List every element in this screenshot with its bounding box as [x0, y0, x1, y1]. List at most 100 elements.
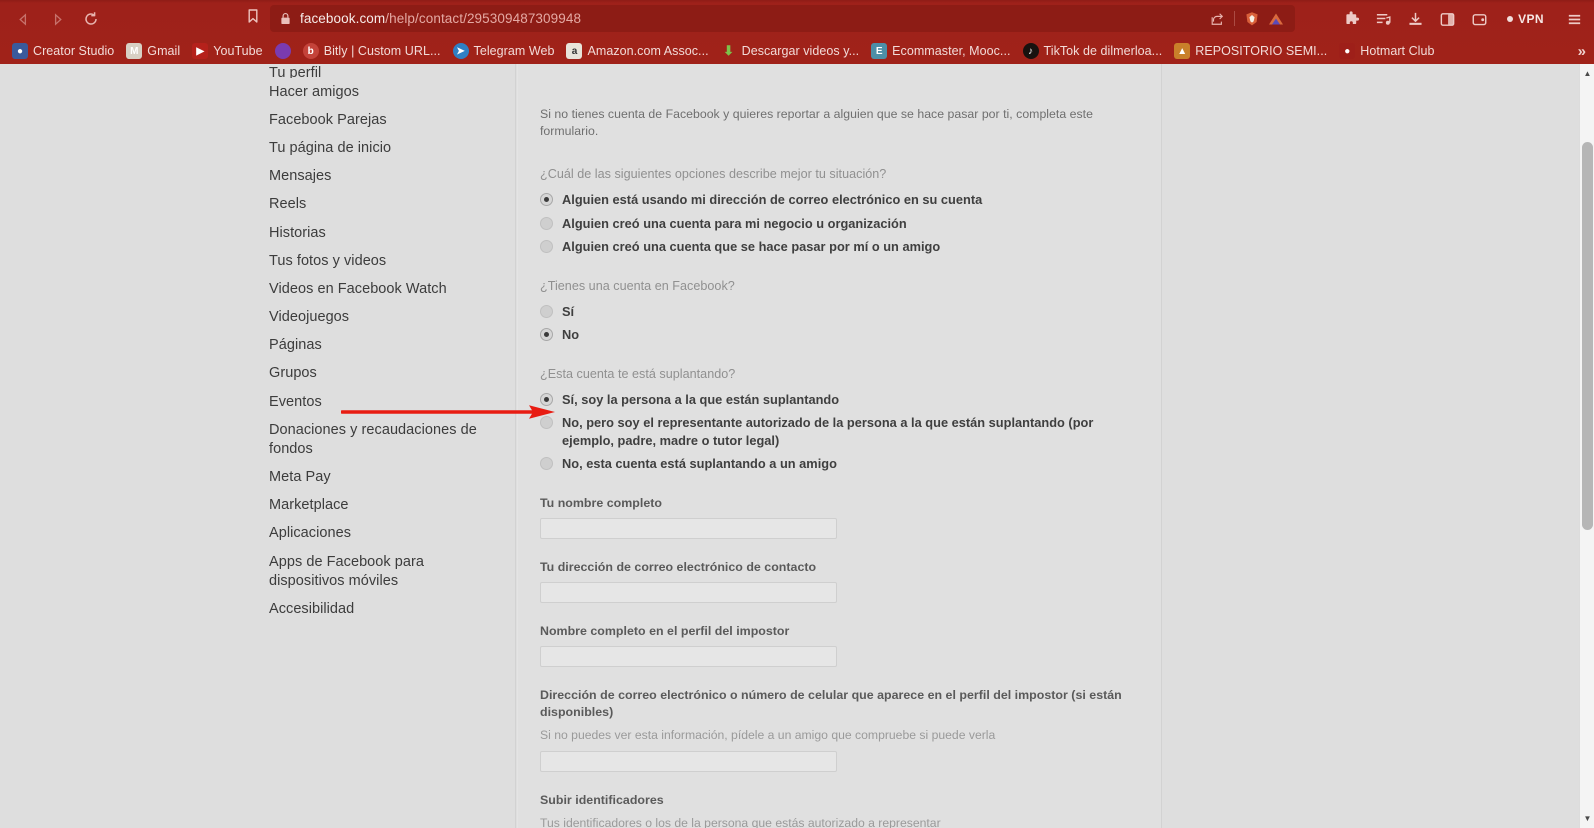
- browser-chrome: facebook.com/help/contact/29530948730994…: [0, 0, 1594, 64]
- scroll-up-arrow-icon[interactable]: ▲: [1580, 66, 1594, 81]
- vpn-status-badge[interactable]: VPN: [1501, 10, 1552, 28]
- has-account-option-1-radio[interactable]: [540, 328, 553, 341]
- sidebar-item-meta-pay[interactable]: Meta Pay: [255, 463, 500, 491]
- field-upload-ids: Subir identificadores Tus identificadore…: [540, 792, 1139, 828]
- bookmark-item[interactable]: ➤ Telegram Web: [447, 41, 561, 61]
- drive-icon: ▲: [1174, 43, 1191, 59]
- sidebar-item-videojuegos[interactable]: Videojuegos: [255, 304, 500, 332]
- brave-lion-icon[interactable]: [1241, 8, 1263, 30]
- bookmarks-overflow-button[interactable]: »: [1578, 43, 1586, 60]
- bookmark-item[interactable]: E Ecommaster, Mooc...: [865, 41, 1016, 61]
- q3-option-2[interactable]: No, esta cuenta está suplantando a un am…: [540, 455, 1139, 473]
- sidebar-item-historias[interactable]: Historias: [255, 219, 500, 247]
- q3-option-1-radio[interactable]: [540, 416, 553, 429]
- has-account-option-0-label: Sí: [562, 303, 575, 319]
- bookmark-label: Ecommaster, Mooc...: [892, 44, 1011, 58]
- sidebar-item-aplicaciones[interactable]: Aplicaciones: [255, 520, 500, 548]
- lock-icon[interactable]: [278, 12, 292, 26]
- situation-option-2[interactable]: Alguien creó una cuenta que se hace pasa…: [540, 238, 1139, 256]
- forward-button[interactable]: [42, 4, 72, 34]
- form-field-input[interactable]: [540, 581, 837, 603]
- q3-option-1[interactable]: No, pero soy el representante autorizado…: [540, 414, 1139, 449]
- url-bar[interactable]: facebook.com/help/contact/29530948730994…: [270, 5, 1295, 32]
- q3-option-0-radio[interactable]: [540, 392, 553, 406]
- sidebar-item-marketplace[interactable]: Marketplace: [255, 492, 500, 520]
- url-path: /help/contact/295309487309948: [385, 11, 582, 26]
- vertical-scroll-thumb[interactable]: [1582, 142, 1593, 530]
- playlist-icon[interactable]: [1369, 5, 1397, 33]
- sidebar-item-mensajes[interactable]: Mensajes: [255, 163, 500, 191]
- bookmark-item[interactable]: ♪ TikTok de dilmerloa...: [1017, 41, 1169, 61]
- bookmark-item[interactable]: ● Hotmart Club: [1333, 41, 1440, 61]
- sidebar-item-grupos[interactable]: Grupos: [255, 360, 500, 388]
- bookmark-button[interactable]: [240, 6, 266, 32]
- bookmark-item[interactable]: b Bitly | Custom URL...: [297, 41, 447, 61]
- sidebar-item-tus-fotos-y-videos[interactable]: Tus fotos y videos: [255, 247, 500, 275]
- situation-option-1-label: Alguien creó una cuenta para mi negocio …: [562, 215, 907, 231]
- vpn-label: VPN: [1518, 12, 1544, 26]
- situation-option-0-radio[interactable]: [540, 193, 553, 206]
- bookmark-label: Telegram Web: [473, 44, 555, 58]
- sidebar-item-eventos[interactable]: Eventos: [255, 388, 500, 416]
- situation-option-1[interactable]: Alguien creó una cuenta para mi negocio …: [540, 215, 1139, 233]
- page-content: Tu perfil Hacer amigos Facebook Parejas Tu …: [0, 64, 1579, 828]
- sidebar-item-reels[interactable]: Reels: [255, 191, 500, 219]
- situation-option-1-radio[interactable]: [540, 216, 553, 230]
- sidebar-item-facebook-parejas[interactable]: Facebook Parejas: [255, 106, 500, 134]
- sidebar-item-tu-perfil[interactable]: Tu perfil: [255, 64, 500, 78]
- help-sidebar-nav: Tu perfil Hacer amigos Facebook Parejas Tu …: [255, 64, 500, 623]
- situation-option-0[interactable]: Alguien está usando mi dirección de corr…: [540, 191, 1139, 209]
- toolbar-right-actions: VPN: [1337, 4, 1588, 34]
- sidebar-panel-icon[interactable]: [1433, 5, 1461, 33]
- form-field-input[interactable]: [540, 517, 837, 539]
- form-field: Nombre completo en el perfil del imposto…: [540, 623, 1139, 687]
- upload-hint: Tus identificadores o los de la persona …: [540, 815, 941, 828]
- scroll-down-arrow-icon[interactable]: ▼: [1580, 811, 1594, 826]
- downloads-icon[interactable]: [1401, 5, 1429, 33]
- ecommaster-icon: E: [871, 43, 888, 59]
- bookmark-item[interactable]: ● Creator Studio: [6, 41, 120, 61]
- field-impostor-contact-label: Dirección de correo electrónico o número…: [540, 687, 1122, 719]
- sidebar-item-p-ginas[interactable]: Páginas: [255, 332, 500, 360]
- q3-option-2-radio[interactable]: [540, 457, 553, 470]
- bookmark-label: Gmail: [147, 44, 181, 58]
- sidebar-item-videos-en-facebook-watch[interactable]: Videos en Facebook Watch: [255, 275, 500, 303]
- address-bar-container: facebook.com/help/contact/29530948730994…: [240, 5, 1295, 32]
- sidebar-item-accesibilidad[interactable]: Accesibilidad: [255, 595, 500, 623]
- page-right-gutter: [1163, 64, 1579, 828]
- situation-option-2-radio[interactable]: [540, 240, 553, 253]
- telegram-icon: ➤: [452, 43, 469, 59]
- bookmark-label: TikTok de dilmerloa...: [1043, 44, 1163, 58]
- bookmark-item[interactable]: M Gmail: [120, 41, 186, 61]
- hamburger-menu-icon[interactable]: [1560, 5, 1588, 33]
- urlbar-divider: [1234, 11, 1235, 26]
- bookmark-item[interactable]: a Amazon.com Assoc...: [560, 41, 714, 61]
- page-scrollbar[interactable]: ▲ ▼: [1579, 64, 1594, 828]
- wallet-icon[interactable]: [1465, 5, 1493, 33]
- bookmark-label: Descargar videos y...: [741, 44, 860, 58]
- forward-arrow-icon: [50, 12, 65, 27]
- form-field-input[interactable]: [540, 645, 837, 667]
- brave-rewards-triangle-icon[interactable]: [1265, 8, 1287, 30]
- bookmark-item[interactable]: ▶ YouTube: [186, 41, 268, 61]
- share-icon[interactable]: [1206, 8, 1228, 30]
- sidebar-item-tu-p-gina-de-inicio[interactable]: Tu página de inicio: [255, 134, 500, 162]
- has-account-option-1[interactable]: No: [540, 326, 1139, 344]
- sidebar-item-hacer-amigos[interactable]: Hacer amigos: [255, 78, 500, 106]
- sidebar-item-donaciones-y-recaudaciones-de-fondos[interactable]: Donaciones y recaudaciones de fondos: [255, 416, 500, 463]
- impostor-contact-input[interactable]: [540, 750, 837, 772]
- tiktok-icon: ♪: [1022, 43, 1039, 59]
- extensions-puzzle-icon[interactable]: [1337, 5, 1365, 33]
- page-viewport: Tu perfil Hacer amigos Facebook Parejas Tu …: [0, 64, 1594, 828]
- has-account-option-0-radio[interactable]: [540, 304, 553, 318]
- has-account-option-0[interactable]: Sí: [540, 303, 1139, 321]
- bookmark-item[interactable]: ⬇ Descargar videos y...: [715, 41, 866, 61]
- question-impersonation: ¿Esta cuenta te está suplantando? Sí, so…: [540, 366, 1139, 473]
- reload-button[interactable]: [76, 4, 106, 34]
- bookmark-item[interactable]: ▲ REPOSITORIO SEMI...: [1168, 41, 1333, 61]
- sidebar-item-apps-de-facebook-para-dispositivos-m-viles[interactable]: Apps de Facebook para dispositivos móvil…: [255, 548, 500, 595]
- bookmark-item[interactable]: [269, 41, 297, 61]
- q3-option-0[interactable]: Sí, soy la persona a la que están suplan…: [540, 391, 1139, 409]
- back-button[interactable]: [8, 4, 38, 34]
- q3-option-1-label: No, pero soy el representante autorizado…: [562, 415, 1094, 448]
